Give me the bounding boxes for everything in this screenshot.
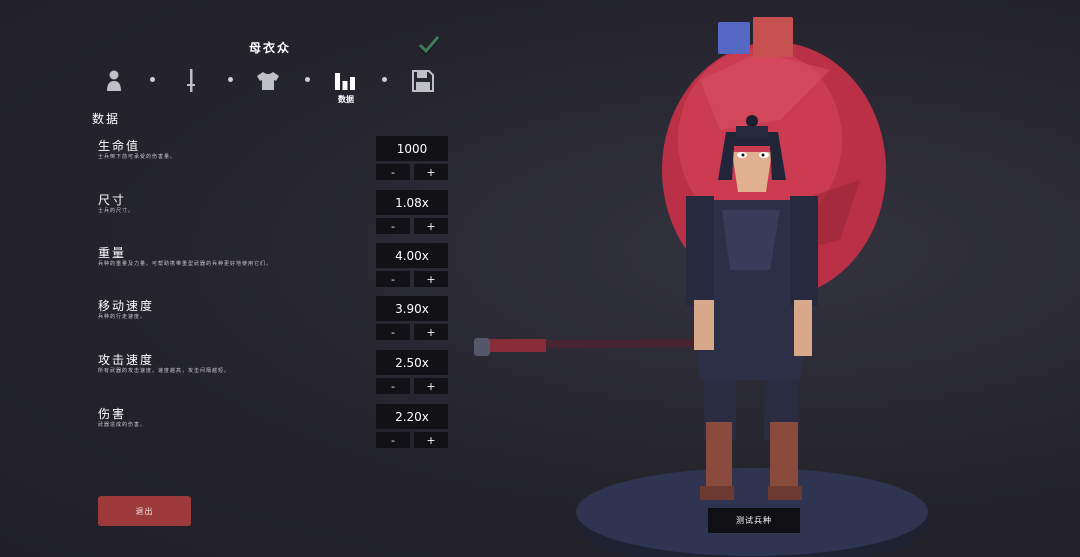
section-title: 数据 <box>92 112 121 126</box>
stat-description: 士兵的尺寸。 <box>98 208 135 214</box>
unit-editor-panel: 母衣众 数据 数据 生命值 士兵倒下前可承受的伤害量。 1000 - + 尺寸 … <box>0 0 470 557</box>
increase-button[interactable]: + <box>414 324 448 340</box>
stat-name: 伤害 <box>98 407 127 421</box>
stat-description: 士兵倒下前可承受的伤害量。 <box>98 154 177 160</box>
exit-button[interactable]: 退出 <box>98 496 191 526</box>
step-separator <box>382 77 387 82</box>
increase-button[interactable]: + <box>414 164 448 180</box>
person-icon <box>107 70 121 91</box>
decrease-button[interactable]: - <box>376 218 410 234</box>
step-separator <box>305 77 310 82</box>
stat-row-health: 生命值 士兵倒下前可承受的伤害量。 1000 - + <box>98 136 458 189</box>
stat-row-attack-speed: 攻击速度 所有武器的攻击速度。速度越高，攻击间隔越短。 2.50x - + <box>98 350 458 403</box>
stat-description: 兵种的重量及力量。可帮助携带重型武器的兵种更好地使用它们。 <box>98 261 273 267</box>
step-separator <box>228 77 233 82</box>
stat-description: 武器造成的伤害。 <box>98 422 147 428</box>
stat-name: 尺寸 <box>98 193 127 207</box>
spear <box>474 338 707 356</box>
stat-value-field[interactable]: 1.08x <box>376 190 448 215</box>
stat-value-field[interactable]: 1000 <box>376 136 448 161</box>
stat-name: 生命值 <box>98 139 141 153</box>
step-save[interactable] <box>408 66 438 96</box>
stat-row-mass: 重量 兵种的重量及力量。可帮助携带重型武器的兵种更好地使用它们。 4.00x -… <box>98 243 458 296</box>
increase-button[interactable]: + <box>414 271 448 287</box>
step-stats[interactable] <box>330 66 360 96</box>
decrease-button[interactable]: - <box>376 164 410 180</box>
sword-icon <box>187 69 195 92</box>
step-person[interactable] <box>99 66 129 96</box>
decrease-button[interactable]: - <box>376 432 410 448</box>
stat-name: 攻击速度 <box>98 353 155 367</box>
shirt-icon <box>257 72 279 90</box>
step-separator <box>150 77 155 82</box>
stat-row-damage: 伤害 武器造成的伤害。 2.20x - + <box>98 404 458 457</box>
stat-name: 移动速度 <box>98 299 155 313</box>
increase-button[interactable]: + <box>414 218 448 234</box>
decrease-button[interactable]: - <box>376 378 410 394</box>
stat-description: 兵种的行走速度。 <box>98 314 147 320</box>
test-unit-button[interactable]: 测试兵种 <box>708 508 800 533</box>
unit-name[interactable]: 母衣众 <box>200 39 340 56</box>
stat-value-field[interactable]: 2.50x <box>376 350 448 375</box>
increase-button[interactable]: + <box>414 378 448 394</box>
stat-value-field[interactable]: 4.00x <box>376 243 448 268</box>
stat-value-field[interactable]: 2.20x <box>376 404 448 429</box>
step-clothing[interactable] <box>253 66 283 96</box>
team-red-swatch[interactable] <box>753 17 793 57</box>
stat-row-move-speed: 移动速度 兵种的行走速度。 3.90x - + <box>98 296 458 349</box>
save-icon <box>412 70 434 92</box>
stat-row-size: 尺寸 士兵的尺寸。 1.08x - + <box>98 190 458 243</box>
decrease-button[interactable]: - <box>376 324 410 340</box>
stat-description: 所有武器的攻击速度。速度越高，攻击间隔越短。 <box>98 368 231 374</box>
stat-value-field[interactable]: 3.90x <box>376 296 448 321</box>
increase-button[interactable]: + <box>414 432 448 448</box>
active-step-label: 数据 <box>338 95 354 104</box>
decrease-button[interactable]: - <box>376 271 410 287</box>
team-blue-swatch[interactable] <box>718 22 750 54</box>
confirm-check-icon[interactable] <box>417 34 441 56</box>
stat-name: 重量 <box>98 246 127 260</box>
bar-chart-icon <box>335 73 355 90</box>
step-weapon[interactable] <box>176 66 206 96</box>
